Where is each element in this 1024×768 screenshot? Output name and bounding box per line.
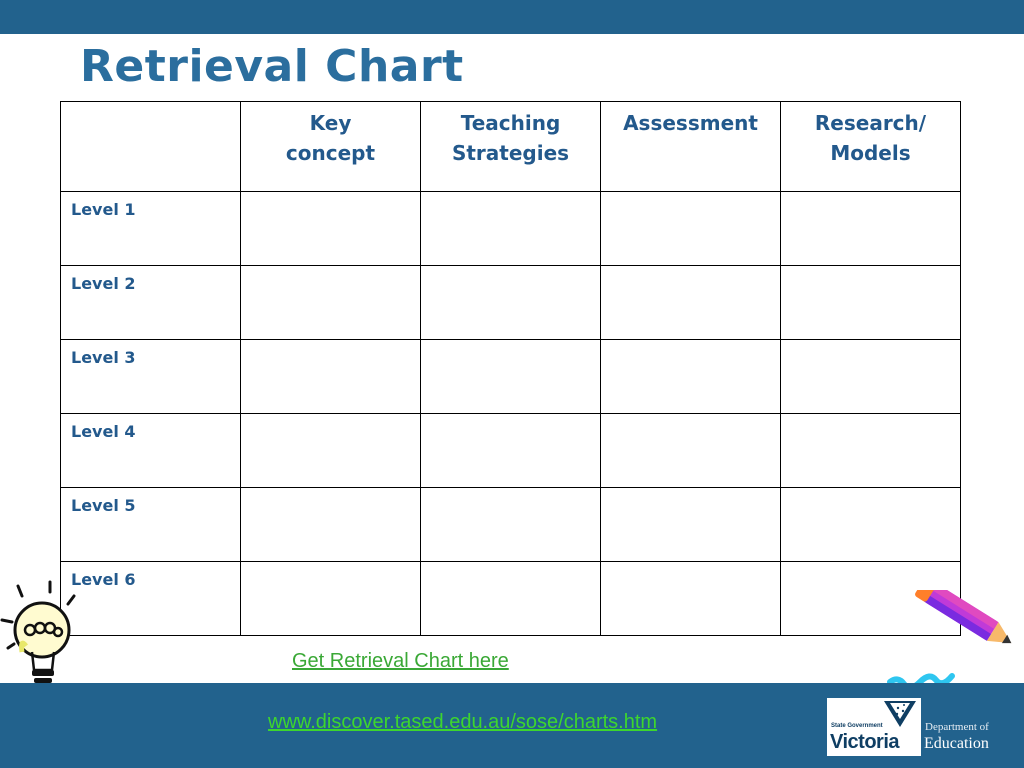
get-retrieval-chart-link[interactable]: Get Retrieval Chart here bbox=[292, 650, 509, 673]
table-cell bbox=[420, 413, 601, 488]
header-assessment: Assessment bbox=[600, 101, 781, 192]
top-banner-bar bbox=[0, 0, 1024, 34]
table-cell bbox=[600, 413, 781, 488]
row-label-level-4: Level 4 bbox=[60, 413, 241, 488]
table-cell bbox=[600, 191, 781, 266]
table-cell bbox=[420, 487, 601, 562]
table-cell bbox=[600, 561, 781, 636]
header-teaching-strategies: Teaching Strategies bbox=[420, 101, 601, 192]
table-header-row: Key concept Teaching Strategies Assessme… bbox=[60, 101, 961, 192]
row-label-level-3: Level 3 bbox=[60, 339, 241, 414]
table-cell bbox=[240, 191, 421, 266]
victoria-education-logo: State Government Victoria Department of … bbox=[827, 698, 1002, 756]
table-cell bbox=[600, 339, 781, 414]
logo-education-text: Education bbox=[924, 735, 989, 752]
pencil-icon bbox=[887, 590, 1012, 691]
logo-victoria-text: Victoria bbox=[830, 731, 900, 753]
table-cell bbox=[420, 339, 601, 414]
table-cell bbox=[420, 191, 601, 266]
table-cell bbox=[780, 487, 961, 562]
table-row: Level 2 bbox=[60, 265, 961, 340]
table-cell bbox=[780, 191, 961, 266]
table-cell bbox=[780, 413, 961, 488]
table-cell bbox=[780, 339, 961, 414]
table-row: Level 1 bbox=[60, 191, 961, 266]
table-cell bbox=[240, 487, 421, 562]
lightbulb-icon bbox=[0, 580, 76, 690]
table-cell bbox=[240, 561, 421, 636]
table-row: Level 4 bbox=[60, 413, 961, 488]
table-row: Level 6 bbox=[60, 561, 961, 636]
row-label-level-5: Level 5 bbox=[60, 487, 241, 562]
slide-title: Retrieval Chart bbox=[80, 38, 464, 103]
charts-url-link[interactable]: www.discover.tased.edu.au/sose/charts.ht… bbox=[268, 711, 657, 734]
table-cell bbox=[420, 561, 601, 636]
table-cell bbox=[600, 487, 781, 562]
table-row: Level 3 bbox=[60, 339, 961, 414]
slide-title-text: Retrieval Chart bbox=[80, 41, 464, 92]
table-cell bbox=[240, 339, 421, 414]
logo-white-panel: State Government Victoria bbox=[827, 698, 921, 756]
header-research-models: Research/ Models bbox=[780, 101, 961, 192]
table-row: Level 5 bbox=[60, 487, 961, 562]
table-cell bbox=[780, 265, 961, 340]
header-empty-cell bbox=[60, 101, 241, 192]
table-cell bbox=[240, 265, 421, 340]
retrieval-chart-table: Key concept Teaching Strategies Assessme… bbox=[60, 101, 961, 636]
table-cell bbox=[240, 413, 421, 488]
header-key-concept: Key concept bbox=[240, 101, 421, 192]
logo-state-government-text: State Government bbox=[831, 723, 883, 729]
row-label-level-1: Level 1 bbox=[60, 191, 241, 266]
logo-department-text: Department of bbox=[925, 721, 989, 733]
table-cell bbox=[420, 265, 601, 340]
table-cell bbox=[600, 265, 781, 340]
row-label-level-2: Level 2 bbox=[60, 265, 241, 340]
